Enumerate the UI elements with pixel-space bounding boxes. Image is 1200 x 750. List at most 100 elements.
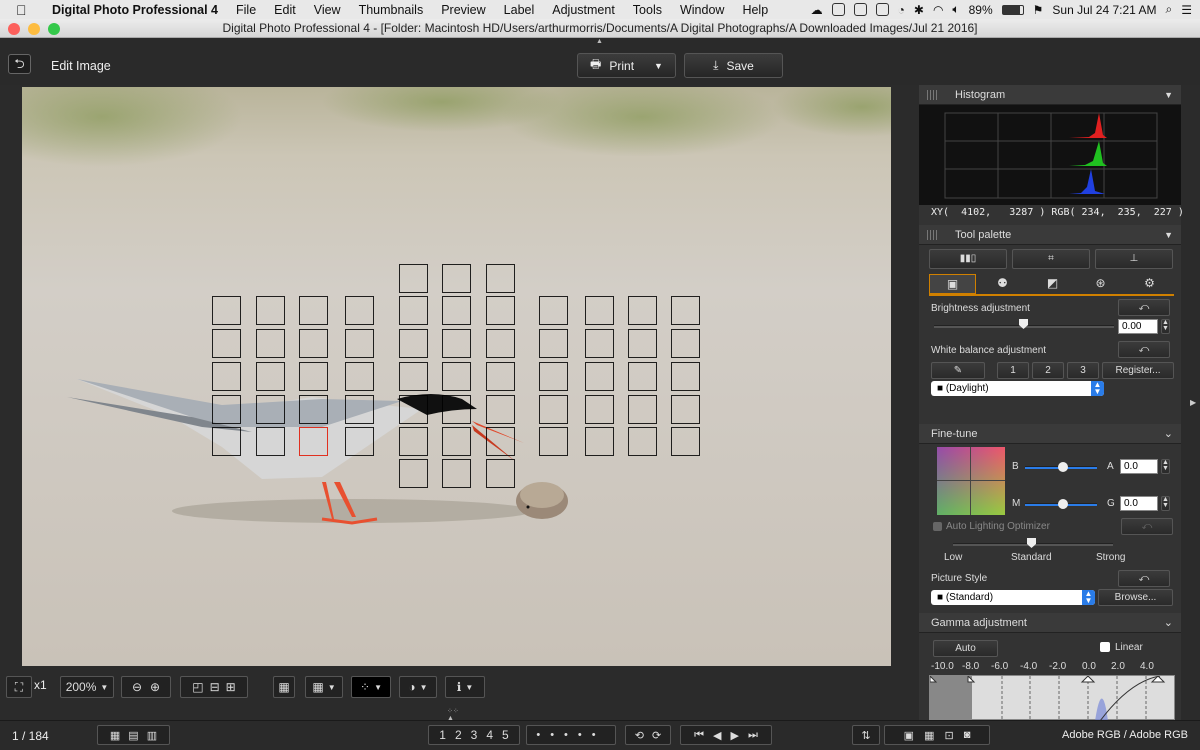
- camera-icon[interactable]: ◙: [964, 729, 971, 741]
- alo-checkbox[interactable]: [933, 522, 942, 531]
- tab-settings-icon[interactable]: ⚙: [1126, 274, 1173, 294]
- wb-preset-2-button[interactable]: 2: [1032, 362, 1064, 379]
- menu-window[interactable]: Window: [680, 3, 724, 17]
- prev-image-icon[interactable]: ◀: [713, 729, 721, 742]
- chevron-down-icon[interactable]: ▼: [328, 683, 336, 692]
- crop-tool-button[interactable]: ⌗: [1012, 249, 1090, 269]
- brightness-value[interactable]: 0.00: [1118, 319, 1158, 334]
- check-app-icon[interactable]: [853, 3, 867, 16]
- search-icon[interactable]: ⌕: [1166, 2, 1173, 17]
- a-value[interactable]: 0.0: [1120, 459, 1158, 474]
- color-fine-tune-grid[interactable]: [937, 447, 1005, 515]
- alo-reset-button[interactable]: ⤺: [1121, 518, 1173, 535]
- last-image-icon[interactable]: ⏭: [748, 729, 758, 742]
- highlight-warning-button[interactable]: ◑ ▼: [399, 676, 437, 698]
- select-arrows-icon[interactable]: ▲ ▼: [1091, 381, 1104, 396]
- menu-edit[interactable]: Edit: [274, 3, 296, 17]
- menu-view[interactable]: View: [314, 3, 341, 17]
- bluetooth-icon[interactable]: ✱: [914, 3, 924, 17]
- clock[interactable]: Sun Jul 24 7:21 AM: [1052, 3, 1156, 17]
- tab-color-icon[interactable]: ⊛: [1077, 274, 1124, 294]
- compare-panel-icon[interactable]: ⊡: [944, 729, 953, 742]
- filmstrip-view-icon[interactable]: ▤: [128, 729, 138, 742]
- rating-1-button[interactable]: 1: [439, 728, 446, 742]
- wb-reset-button[interactable]: ⤺: [1118, 341, 1170, 358]
- cloud-icon[interactable]: ☁: [811, 3, 823, 17]
- menu-tools[interactable]: Tools: [633, 3, 662, 17]
- menu-thumbnails[interactable]: Thumbnails: [359, 3, 424, 17]
- chevron-down-icon[interactable]: ▼: [654, 61, 663, 71]
- chevron-down-icon[interactable]: ▼: [100, 683, 108, 692]
- register-button[interactable]: Register...: [1102, 362, 1174, 379]
- chevron-down-icon[interactable]: ▼: [374, 683, 382, 692]
- wb-preset-3-button[interactable]: 3: [1067, 362, 1099, 379]
- m-g-slider-handle[interactable]: [1058, 499, 1068, 509]
- rating-3-button[interactable]: 3: [471, 728, 478, 742]
- minimize-window-button[interactable]: [28, 23, 40, 35]
- gamma-graph[interactable]: [929, 674, 1175, 722]
- battery-icon[interactable]: [1001, 4, 1024, 15]
- gamma-auto-button[interactable]: Auto: [933, 640, 998, 657]
- battery-percent[interactable]: 89%: [969, 3, 993, 17]
- menu-label[interactable]: Label: [504, 3, 535, 17]
- compare-icon[interactable]: ▦: [273, 676, 295, 698]
- grip-icon[interactable]: [927, 230, 937, 240]
- wb-eyedropper-button[interactable]: ✎: [931, 362, 985, 379]
- select-arrows-icon[interactable]: ▲ ▼: [1082, 590, 1095, 605]
- print-button[interactable]: 🖶︎ Print ▼: [577, 53, 676, 78]
- flag-icon[interactable]: ⚑: [1033, 3, 1044, 17]
- rating-4-button[interactable]: 4: [486, 728, 493, 742]
- tab-detail-icon[interactable]: ⚉: [979, 274, 1026, 294]
- wb-preset-select[interactable]: ■ (Daylight) ▲ ▼: [931, 381, 1104, 396]
- rating-5-button[interactable]: 5: [502, 728, 509, 742]
- single-view-icon[interactable]: ◰: [192, 680, 203, 694]
- af-point-display-button[interactable]: ⁘ ▼: [351, 676, 391, 698]
- stamp-tool-button[interactable]: ⊥: [1095, 249, 1173, 269]
- zoom-in-icon[interactable]: ⊕: [150, 680, 160, 694]
- g-value[interactable]: 0.0: [1120, 496, 1158, 511]
- thumbnail-panel-icon[interactable]: ▣: [904, 729, 914, 742]
- browse-button[interactable]: Browse...: [1098, 589, 1173, 606]
- wifi-icon[interactable]: ◠: [933, 3, 943, 17]
- menu-file[interactable]: File: [236, 3, 256, 17]
- picture-style-reset-button[interactable]: ⤺: [1118, 570, 1170, 587]
- collapse-icon[interactable]: ⌄: [1164, 613, 1173, 633]
- wb-preset-1-button[interactable]: 1: [997, 362, 1029, 379]
- expand-right-icon[interactable]: ▶: [1190, 398, 1196, 407]
- label-dots[interactable]: •••••: [526, 725, 616, 745]
- first-image-icon[interactable]: ⏮: [694, 729, 704, 742]
- g-stepper[interactable]: ▲ ▼: [1161, 496, 1170, 511]
- menu-adjustment[interactable]: Adjustment: [552, 3, 615, 17]
- apple-menu-icon[interactable]: : [16, 2, 32, 18]
- tab-curve-icon[interactable]: ◩: [1029, 274, 1076, 294]
- chevron-down-icon[interactable]: ▼: [1164, 85, 1173, 105]
- volume-icon[interactable]: 🔈︎: [952, 2, 959, 17]
- linear-checkbox[interactable]: [1100, 642, 1110, 652]
- grip-icon[interactable]: [927, 90, 937, 100]
- compare-view-button[interactable]: ▮▮▯: [929, 249, 1007, 269]
- rotate-right-icon[interactable]: ⟳: [652, 729, 661, 742]
- collapse-icon[interactable]: ⌄: [1164, 424, 1173, 444]
- box-app-icon[interactable]: [875, 3, 889, 16]
- zoom-out-icon[interactable]: ⊖: [132, 680, 142, 694]
- picture-style-select[interactable]: ■ (Standard) ▲ ▼: [931, 590, 1095, 605]
- next-image-icon[interactable]: ▶: [731, 729, 739, 742]
- tab-basic-adjust[interactable]: ▣: [929, 274, 976, 294]
- rotate-left-icon[interactable]: ⟲: [635, 729, 644, 742]
- histogram-header[interactable]: Histogram ▼: [919, 85, 1181, 105]
- info-button[interactable]: ℹ ▼: [445, 676, 485, 698]
- grid-view-icon[interactable]: ▦: [110, 729, 120, 742]
- expand-filmstrip-icon[interactable]: ⁘⁘ ▲: [447, 707, 459, 722]
- brightness-reset-button[interactable]: ⤺: [1118, 299, 1170, 316]
- collapse-toolbar-icon[interactable]: ▲: [596, 38, 603, 45]
- grid-select[interactable]: ▦ ▼: [305, 676, 343, 698]
- menu-preview[interactable]: Preview: [441, 3, 485, 17]
- fit-screen-button[interactable]: ⛶: [6, 676, 32, 698]
- zoom-x1-button[interactable]: x1: [34, 678, 47, 692]
- zoom-select[interactable]: 200% ▼: [60, 676, 114, 698]
- menu-help[interactable]: Help: [742, 3, 768, 17]
- c-app-icon[interactable]: [831, 3, 845, 16]
- chevron-down-icon[interactable]: ▼: [420, 683, 428, 692]
- sort-icon[interactable]: ⇅: [852, 725, 880, 745]
- zoom-window-button[interactable]: [48, 23, 60, 35]
